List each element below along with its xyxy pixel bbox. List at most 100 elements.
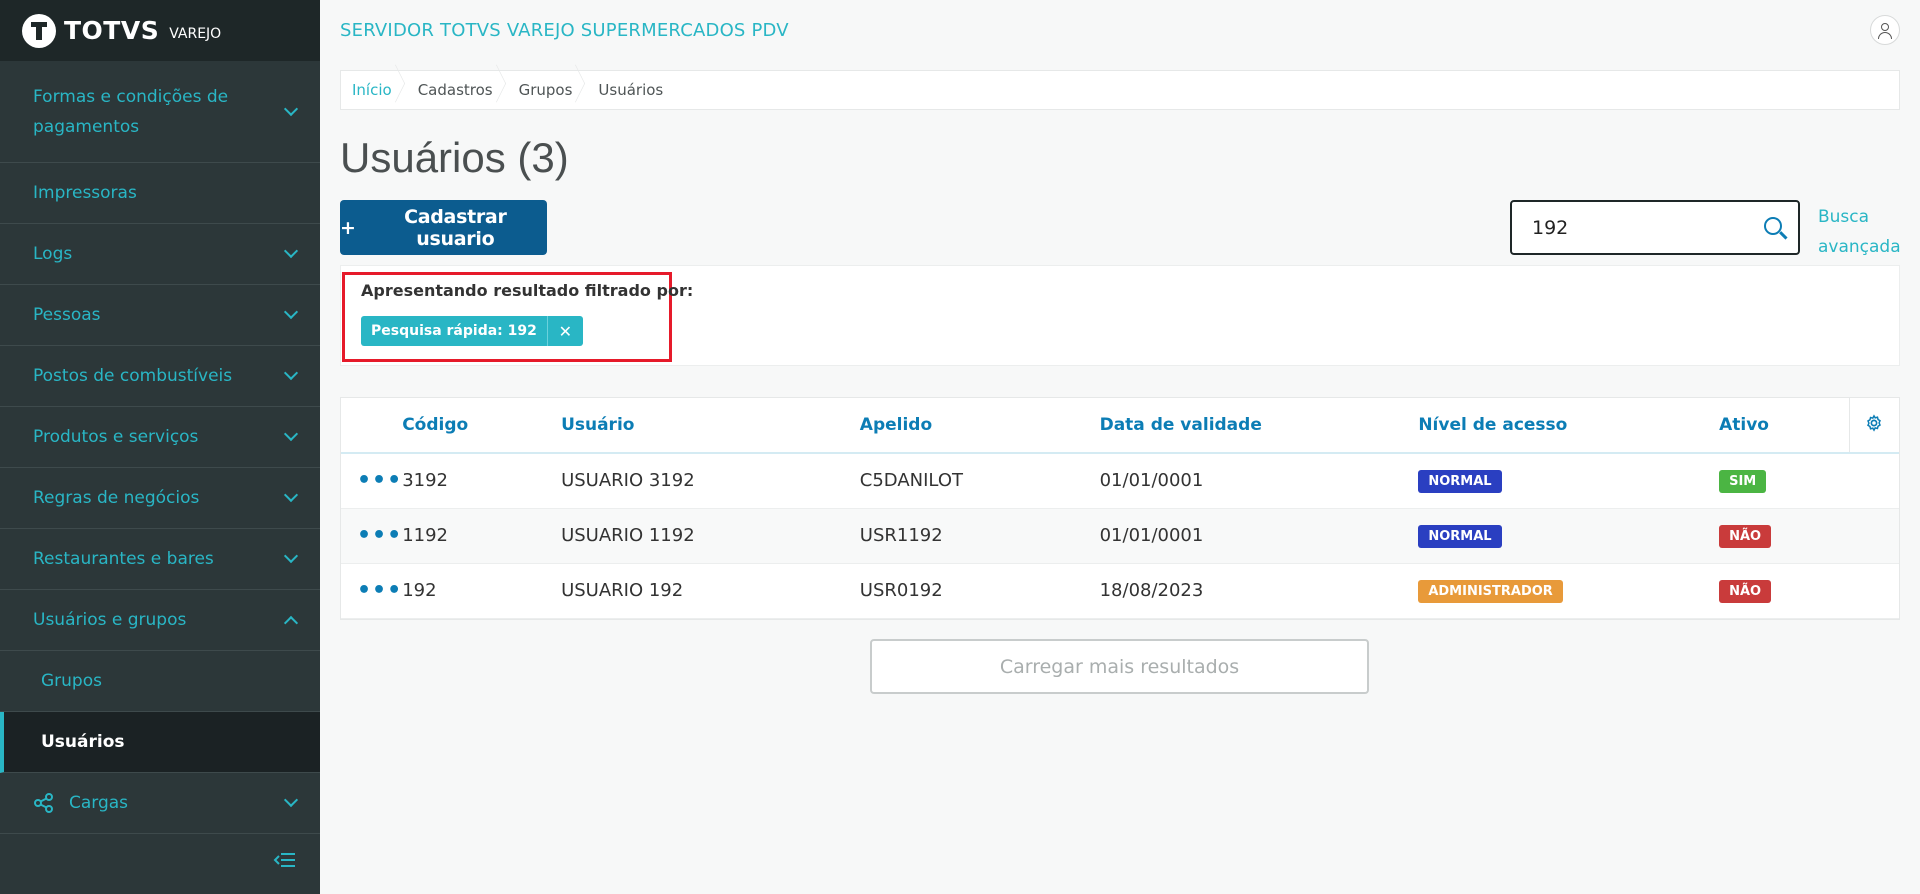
search-icon-handle bbox=[1779, 231, 1788, 240]
cell-usuario: USUARIO 192 bbox=[561, 563, 860, 619]
advanced-search-link[interactable]: Busca avançada bbox=[1818, 202, 1910, 262]
logo-subtitle: VAREJO bbox=[169, 25, 222, 42]
access-level-badge: ADMINISTRADOR bbox=[1418, 579, 1563, 603]
sidebar-item-restaurantes-bares[interactable]: Restaurantes e bares bbox=[0, 529, 320, 590]
sidebar-item-label: Restaurantes e bares bbox=[33, 549, 214, 569]
breadcrumb-grupos[interactable]: Grupos bbox=[519, 81, 599, 99]
sidebar-subitem-usuarios[interactable]: Usuários bbox=[0, 712, 320, 773]
sidebar-item-label: Pessoas bbox=[33, 305, 101, 325]
column-header-nivel-acesso[interactable]: Nível de acesso bbox=[1418, 398, 1720, 454]
sidebar-subitem-label: Usuários bbox=[41, 732, 125, 752]
cell-codigo: 1192 bbox=[402, 508, 562, 564]
sidebar-item-label: Impressoras bbox=[33, 183, 137, 203]
active-status-badge: NÃO bbox=[1719, 579, 1772, 603]
row-actions-icon[interactable]: ••• bbox=[357, 578, 402, 603]
cell-usuario: USUARIO 1192 bbox=[561, 508, 860, 564]
user-icon-body bbox=[1878, 32, 1892, 39]
collapse-sidebar-icon[interactable] bbox=[273, 852, 295, 868]
table-row[interactable]: ••• 3192 USUARIO 3192 C5DANILOT 01/01/00… bbox=[341, 453, 1899, 509]
chevron-down-icon bbox=[283, 792, 299, 808]
page-title: Usuários (3) bbox=[340, 134, 569, 181]
chevron-down-icon bbox=[283, 365, 299, 381]
chevron-up-icon bbox=[283, 615, 299, 631]
breadcrumb-cadastros[interactable]: Cadastros bbox=[418, 81, 519, 99]
load-more-button[interactable]: Carregar mais resultados bbox=[870, 639, 1369, 694]
sidebar: TOTVS VAREJO Formas e condições de pagam… bbox=[0, 0, 320, 894]
filter-label: Apresentando resultado filtrado por: bbox=[361, 281, 694, 300]
sidebar-item-cargas[interactable]: Cargas bbox=[0, 773, 320, 834]
chevron-down-icon bbox=[283, 304, 299, 320]
cell-validade: 01/01/0001 bbox=[1099, 453, 1419, 509]
sidebar-item-label: Cargas bbox=[69, 793, 129, 813]
column-header-ativo[interactable]: Ativo bbox=[1719, 398, 1849, 454]
table-header-row: Código Usuário Apelido Data de validade … bbox=[341, 398, 1899, 454]
column-header-usuario[interactable]: Usuário bbox=[561, 398, 860, 454]
active-status-badge: SIM bbox=[1719, 469, 1767, 493]
sidebar-item-formas-pagamento[interactable]: Formas e condições de pagamentos bbox=[0, 61, 320, 163]
sidebar-item-cargas-left: Cargas bbox=[33, 792, 128, 814]
totvs-logo-icon bbox=[22, 13, 56, 48]
close-icon[interactable]: ✕ bbox=[546, 316, 583, 346]
breadcrumb-inicio[interactable]: Início bbox=[352, 81, 418, 99]
add-user-button[interactable]: + Cadastrar usuario bbox=[340, 200, 547, 255]
top-header: SERVIDOR TOTVS VAREJO SUPERMERCADOS PDV bbox=[320, 0, 1920, 60]
user-icon-head bbox=[1881, 23, 1889, 31]
logo-text: TOTVS bbox=[64, 16, 160, 45]
sidebar-item-label: Formas e condições de pagamentos bbox=[33, 86, 229, 137]
sidebar-item-label: Regras de negócios bbox=[33, 488, 200, 508]
column-header-data-validade[interactable]: Data de validade bbox=[1099, 398, 1419, 454]
user-avatar-button[interactable] bbox=[1870, 15, 1900, 45]
search-input[interactable] bbox=[1512, 216, 1742, 239]
users-table: Código Usuário Apelido Data de validade … bbox=[340, 397, 1900, 620]
access-level-badge: NORMAL bbox=[1418, 524, 1502, 548]
logo[interactable]: TOTVS VAREJO bbox=[0, 0, 320, 61]
gear-icon[interactable] bbox=[1865, 413, 1883, 432]
sidebar-item-logs[interactable]: Logs bbox=[0, 224, 320, 285]
sidebar-subitem-label: Grupos bbox=[41, 671, 102, 691]
filter-chip: Pesquisa rápida: 192 ✕ bbox=[361, 316, 583, 346]
sidebar-subitem-grupos[interactable]: Grupos bbox=[0, 651, 320, 712]
access-level-badge: NORMAL bbox=[1418, 469, 1502, 493]
cell-usuario: USUARIO 3192 bbox=[561, 453, 860, 509]
sidebar-item-postos-combustiveis[interactable]: Postos de combustíveis bbox=[0, 346, 320, 407]
search-icon[interactable] bbox=[1764, 217, 1788, 240]
sidebar-item-label: Logs bbox=[33, 244, 73, 264]
sidebar-item-label: Usuários e grupos bbox=[33, 610, 187, 630]
column-actions bbox=[341, 398, 403, 454]
chevron-down-icon bbox=[283, 487, 299, 503]
filter-chip-label: Pesquisa rápida: 192 bbox=[371, 323, 537, 339]
sidebar-item-label: Postos de combustíveis bbox=[33, 366, 233, 386]
sidebar-nav: Formas e condições de pagamentos Impress… bbox=[0, 61, 320, 834]
sidebar-item-label: Produtos e serviços bbox=[33, 427, 199, 447]
chevron-down-icon bbox=[283, 426, 299, 442]
row-actions-icon[interactable]: ••• bbox=[357, 468, 402, 493]
plus-icon: + bbox=[340, 216, 356, 239]
breadcrumb-usuarios: Usuários bbox=[598, 81, 664, 99]
sidebar-item-produtos-servicos[interactable]: Produtos e serviços bbox=[0, 407, 320, 468]
cell-codigo: 192 bbox=[402, 563, 562, 619]
sidebar-item-regras-negocios[interactable]: Regras de negócios bbox=[0, 468, 320, 529]
chevron-down-icon bbox=[283, 548, 299, 564]
chevron-down-icon bbox=[283, 101, 299, 116]
column-header-apelido[interactable]: Apelido bbox=[859, 398, 1100, 454]
row-actions-icon[interactable]: ••• bbox=[357, 523, 402, 548]
search-field[interactable] bbox=[1510, 200, 1800, 255]
server-title: SERVIDOR TOTVS VAREJO SUPERMERCADOS PDV bbox=[340, 19, 789, 41]
table-settings-cell bbox=[1848, 398, 1899, 454]
add-user-button-label: Cadastrar usuario bbox=[404, 205, 507, 250]
cell-apelido: C5DANILOT bbox=[859, 453, 1100, 509]
chevron-down-icon bbox=[283, 243, 299, 259]
cell-validade: 01/01/0001 bbox=[1099, 508, 1419, 564]
column-header-codigo[interactable]: Código bbox=[402, 398, 562, 454]
sidebar-item-impressoras[interactable]: Impressoras bbox=[0, 163, 320, 224]
cell-codigo: 3192 bbox=[402, 453, 562, 509]
cell-apelido: USR0192 bbox=[859, 563, 1100, 619]
table-row[interactable]: ••• 192 USUARIO 192 USR0192 18/08/2023 A… bbox=[341, 563, 1899, 619]
breadcrumb: Início Cadastros Grupos Usuários bbox=[340, 70, 1900, 110]
cell-validade: 18/08/2023 bbox=[1099, 563, 1419, 619]
sidebar-item-usuarios-grupos[interactable]: Usuários e grupos bbox=[0, 590, 320, 651]
sidebar-item-pessoas[interactable]: Pessoas bbox=[0, 285, 320, 346]
share-icon bbox=[34, 793, 53, 813]
active-status-badge: NÃO bbox=[1719, 524, 1772, 548]
table-row[interactable]: ••• 1192 USUARIO 1192 USR1192 01/01/0001… bbox=[341, 508, 1899, 564]
